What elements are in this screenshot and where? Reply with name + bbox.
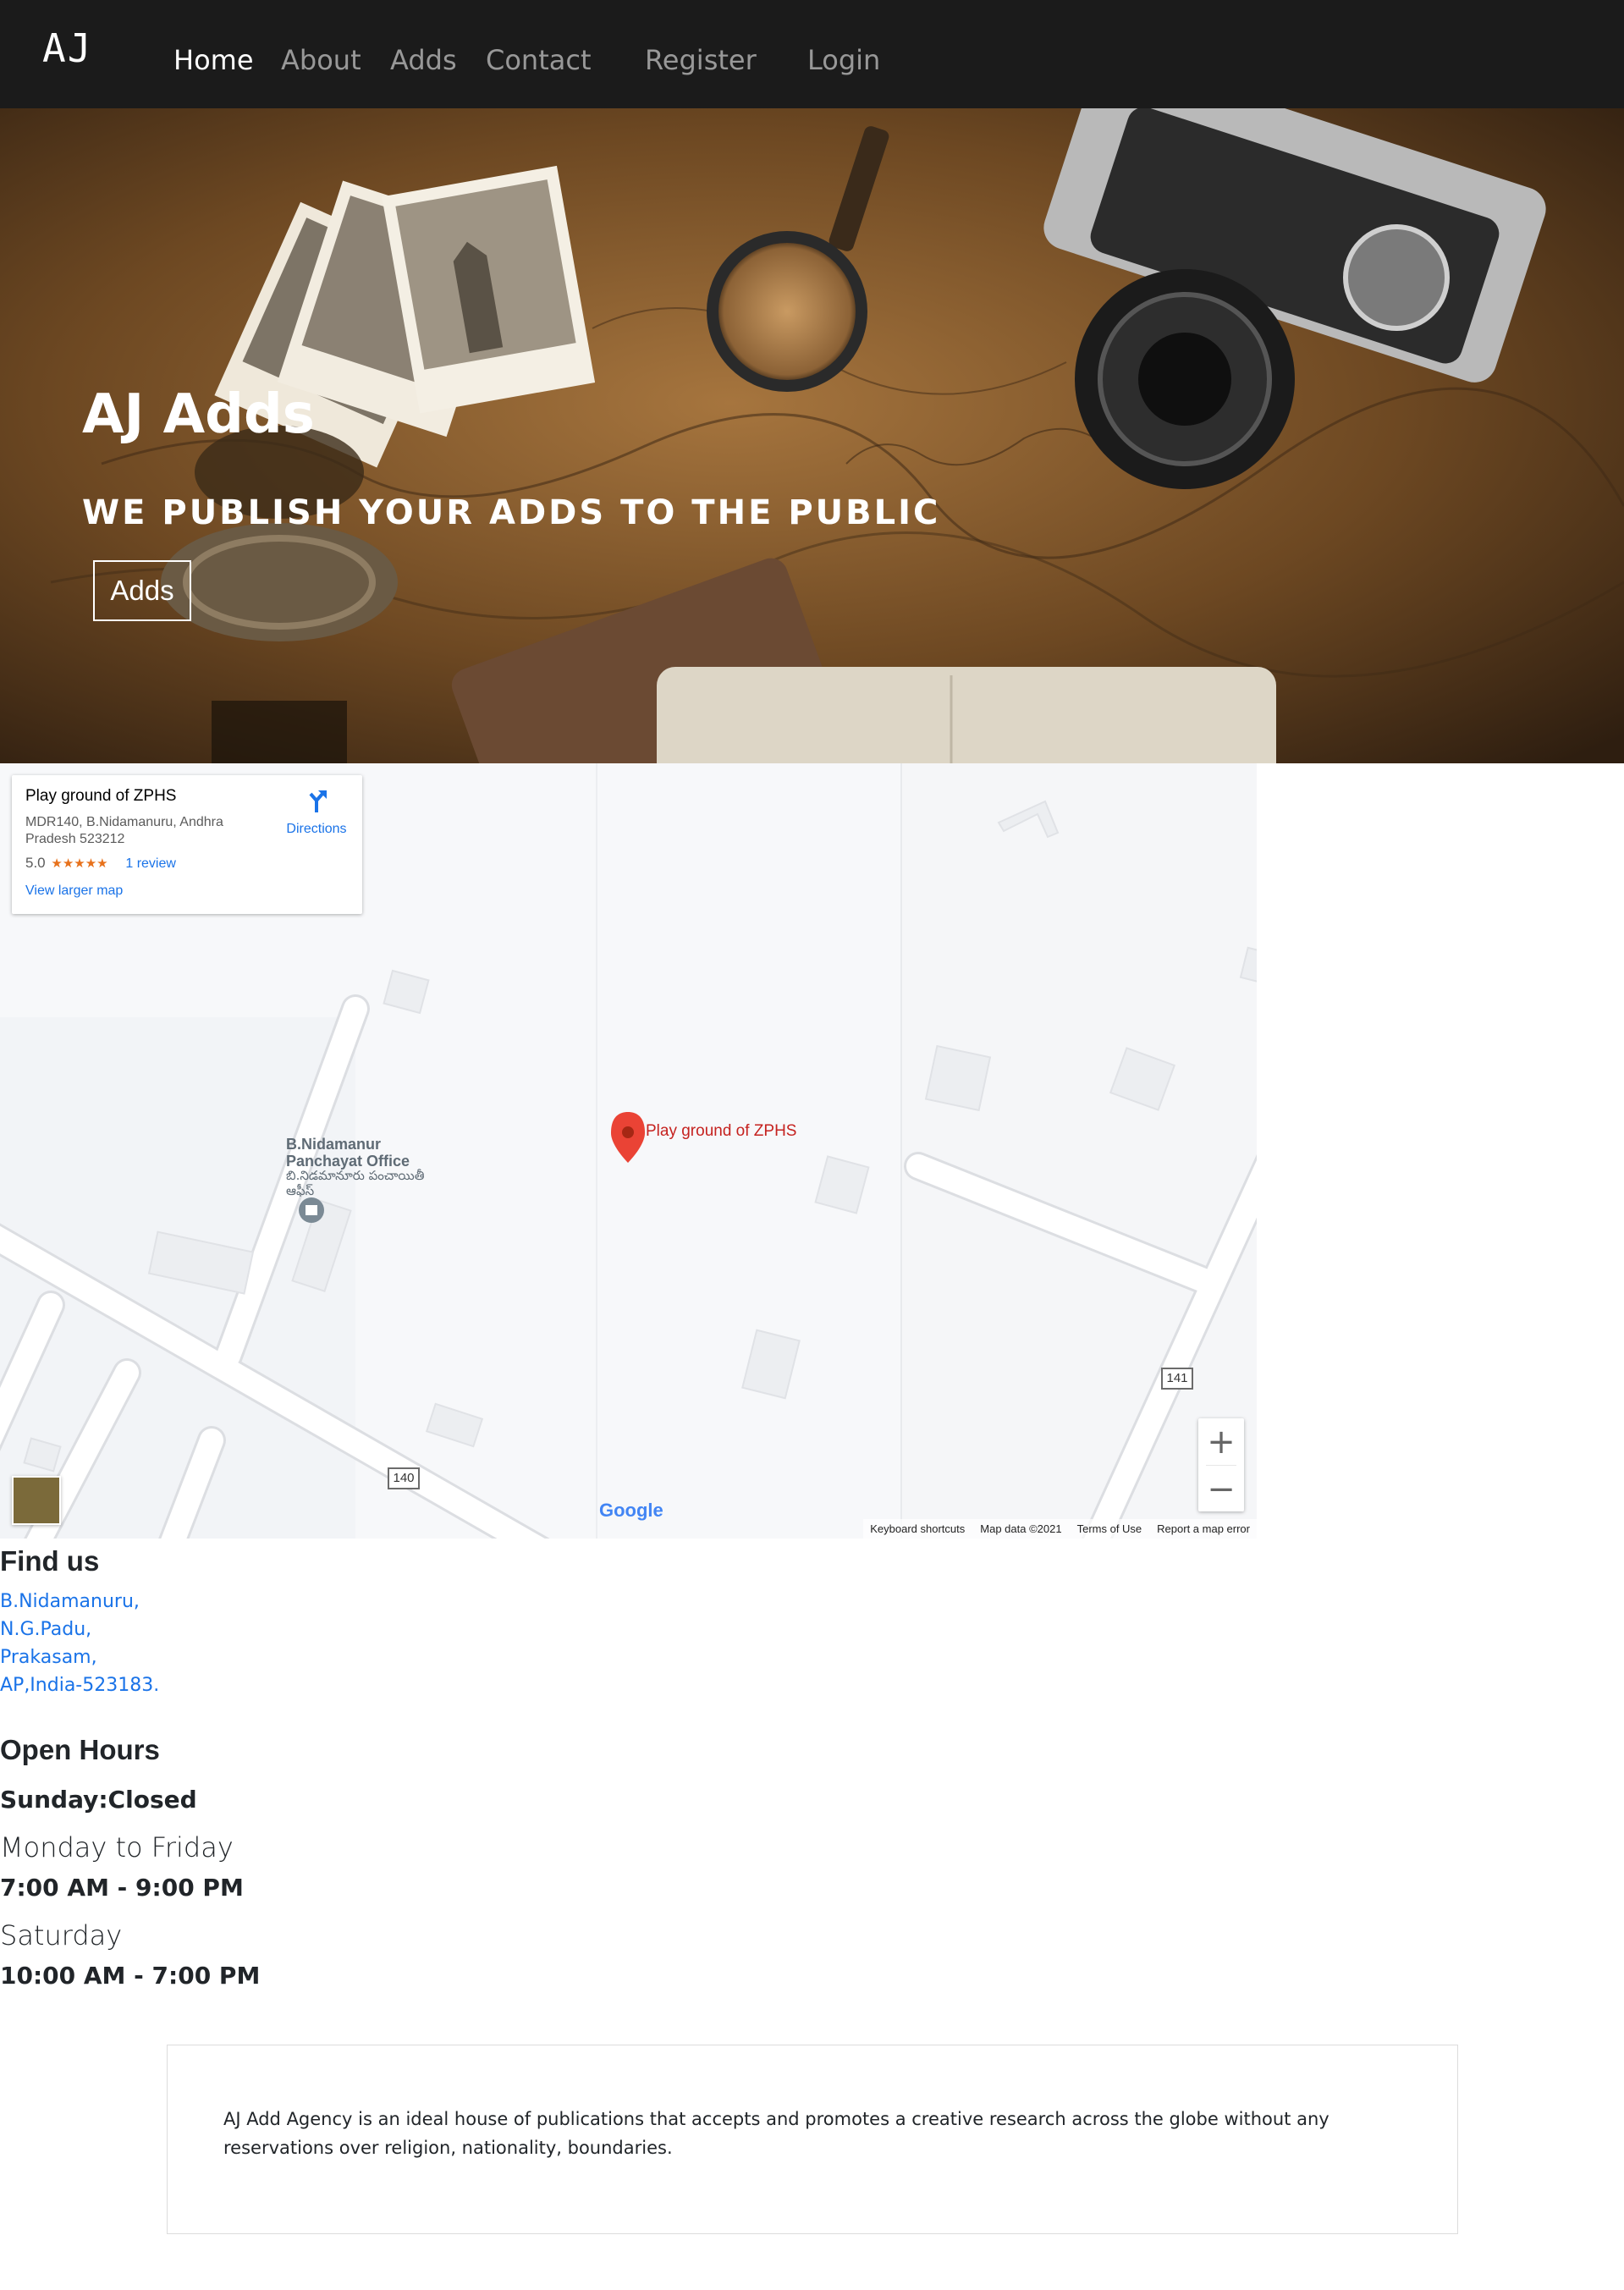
address-line[interactable]: Prakasam, xyxy=(0,1647,97,1668)
adds-button[interactable]: Adds xyxy=(93,560,191,621)
zoom-in-button[interactable]: + xyxy=(1198,1418,1244,1465)
address-line[interactable]: B.Nidamanuru, xyxy=(0,1591,140,1612)
about-card: AJ Add Agency is an ideal house of publi… xyxy=(167,2045,1458,2234)
place-address: MDR140, B.Nidamanuru, Andhra Pradesh 523… xyxy=(25,815,223,846)
google-logo: Google xyxy=(599,1500,663,1522)
directions-button[interactable]: Directions xyxy=(274,789,359,837)
weekday-label: Monday to Friday xyxy=(0,1831,234,1863)
map-footer: Keyboard shortcuts Map data ©2021 Terms … xyxy=(863,1519,1257,1539)
sunday-hours: Sunday:Closed xyxy=(0,1786,197,1814)
google-logo-text: Google xyxy=(599,1500,663,1521)
satellite-toggle-thumbnail[interactable] xyxy=(12,1476,61,1525)
review-link[interactable]: 1 review xyxy=(125,856,176,871)
directions-icon xyxy=(309,790,327,812)
keyboard-shortcuts-link[interactable]: Keyboard shortcuts xyxy=(870,1519,965,1539)
road-shield-140: 140 xyxy=(388,1467,420,1489)
report-map-error-link[interactable]: Report a map error xyxy=(1157,1519,1250,1539)
hero-banner: AJ Adds WE PUBLISH YOUR ADDS TO THE PUBL… xyxy=(0,108,1624,763)
nav-adds[interactable]: Adds xyxy=(390,41,457,80)
place-name: Play ground of ZPHS xyxy=(25,787,177,805)
saturday-label: Saturday xyxy=(0,1919,123,1951)
place-info-card: Play ground of ZPHS MDR140, B.Nidamanuru… xyxy=(12,775,362,914)
navbar: AJ Home About Adds Contact Register Logi… xyxy=(0,0,1624,108)
map-pin-label[interactable]: Play ground of ZPHS xyxy=(646,1122,796,1141)
view-larger-map-link[interactable]: View larger map xyxy=(25,884,123,899)
zoom-control: + − xyxy=(1198,1418,1244,1511)
hero-title: AJ Adds xyxy=(82,383,315,446)
saturday-hours: 10:00 AM - 7:00 PM xyxy=(0,1962,261,1990)
nav-home[interactable]: Home xyxy=(173,41,254,80)
nav-contact[interactable]: Contact xyxy=(486,41,592,80)
map-embed[interactable]: Play ground of ZPHS MDR140, B.Nidamanuru… xyxy=(0,763,1257,1539)
nav-login[interactable]: Login xyxy=(807,41,880,80)
road-shield-141: 141 xyxy=(1161,1368,1193,1390)
place-rating-row: 5.0 ★★★★★ 1 review xyxy=(25,855,176,872)
address-line[interactable]: AP,India-523183. xyxy=(0,1675,159,1696)
poi-local-label: బి.నిడమానూరు పంచాయితీ ఆఫీస్ xyxy=(286,1168,425,1198)
star-rating-icon: ★★★★★ xyxy=(51,856,108,871)
rating-value: 5.0 xyxy=(25,855,46,871)
hero-subtitle: WE PUBLISH YOUR ADDS TO THE PUBLIC xyxy=(82,493,941,532)
about-text: AJ Add Agency is an ideal house of publi… xyxy=(223,2109,1329,2158)
find-us-heading: Find us xyxy=(0,1545,100,1577)
poi-label[interactable]: B.Nidamanur Panchayat Office xyxy=(286,1136,430,1170)
zoom-out-button[interactable]: − xyxy=(1198,1466,1244,1512)
brand-logo[interactable]: AJ xyxy=(42,25,92,71)
address-line[interactable]: N.G.Padu, xyxy=(0,1619,91,1640)
directions-label: Directions xyxy=(286,822,347,836)
nav-about[interactable]: About xyxy=(281,41,361,80)
map-data-label: Map data ©2021 xyxy=(980,1522,1062,1535)
weekday-hours: 7:00 AM - 9:00 PM xyxy=(0,1874,244,1902)
nav-register[interactable]: Register xyxy=(645,41,757,80)
open-hours-heading: Open Hours xyxy=(0,1734,160,1765)
terms-of-use-link[interactable]: Terms of Use xyxy=(1077,1519,1142,1539)
